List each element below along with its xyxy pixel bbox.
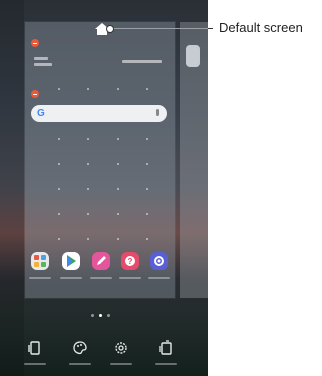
grid-slot-dot [58, 138, 60, 140]
weather-text [122, 60, 162, 63]
app-label [60, 277, 82, 279]
settings-icon[interactable] [113, 340, 129, 356]
toolbar-label [24, 363, 46, 365]
grid-slot-dot [146, 138, 148, 140]
remove-search-widget-icon[interactable] [31, 90, 39, 98]
grid-slot-dot [117, 138, 119, 140]
settings-app-icon[interactable] [150, 252, 168, 270]
toolbar-label [110, 363, 132, 365]
remove-clock-widget-icon[interactable] [31, 39, 39, 47]
clock-date [34, 63, 52, 66]
grid-slot-dot [117, 238, 119, 240]
app-label [148, 277, 170, 279]
grid-slot-dot [58, 238, 60, 240]
svg-text:?: ? [128, 257, 133, 266]
page-indicator[interactable] [107, 314, 110, 317]
app-label [90, 277, 112, 279]
grid-slot-dot [117, 188, 119, 190]
google-search-bar[interactable]: G [31, 105, 167, 122]
grid-slot-dot [146, 238, 148, 240]
grid-slot-dot [58, 163, 60, 165]
page-indicator-current[interactable] [99, 314, 102, 317]
grid-slot-dot [146, 213, 148, 215]
clock-time [34, 57, 48, 60]
mic-icon[interactable] [156, 109, 159, 116]
default-screen-label: Default screen [219, 20, 303, 35]
grid-slot-dot [87, 88, 89, 90]
grid-slot-dot [146, 88, 148, 90]
grid-slot-dot [87, 163, 89, 165]
notes-app-icon[interactable] [92, 252, 110, 270]
grid-slot-dot [117, 88, 119, 90]
page-indicator[interactable] [91, 314, 94, 317]
folder-app-icon[interactable] [31, 252, 49, 270]
phone-screen: G ? [0, 0, 208, 376]
grid-slot-dot [58, 88, 60, 90]
callout-line [112, 28, 208, 29]
widgets-icon[interactable] [27, 340, 43, 356]
grid-slot-dot [58, 213, 60, 215]
google-icon: G [37, 108, 45, 119]
callout-dot [106, 25, 114, 33]
grid-slot-dot [117, 213, 119, 215]
play-store-icon[interactable] [62, 252, 80, 270]
grid-slot-dot [117, 163, 119, 165]
grid-slot-dot [87, 213, 89, 215]
callout-line-end [208, 28, 213, 29]
toolbar-label [155, 363, 177, 365]
grid-slot-dot [87, 188, 89, 190]
grid-slot-dot [87, 238, 89, 240]
grid-slot-dot [87, 138, 89, 140]
grid-slot-dot [146, 188, 148, 190]
apps-screen-icon[interactable] [158, 340, 174, 356]
app-label [29, 277, 51, 279]
grid-slot-dot [146, 163, 148, 165]
left-page-edge [0, 0, 24, 376]
toolbar-label [69, 363, 91, 365]
next-page-app-icon [186, 45, 200, 67]
grid-slot-dot [58, 188, 60, 190]
app-label [119, 277, 141, 279]
wallpaper-icon[interactable] [72, 340, 88, 356]
help-app-icon[interactable]: ? [121, 252, 139, 270]
